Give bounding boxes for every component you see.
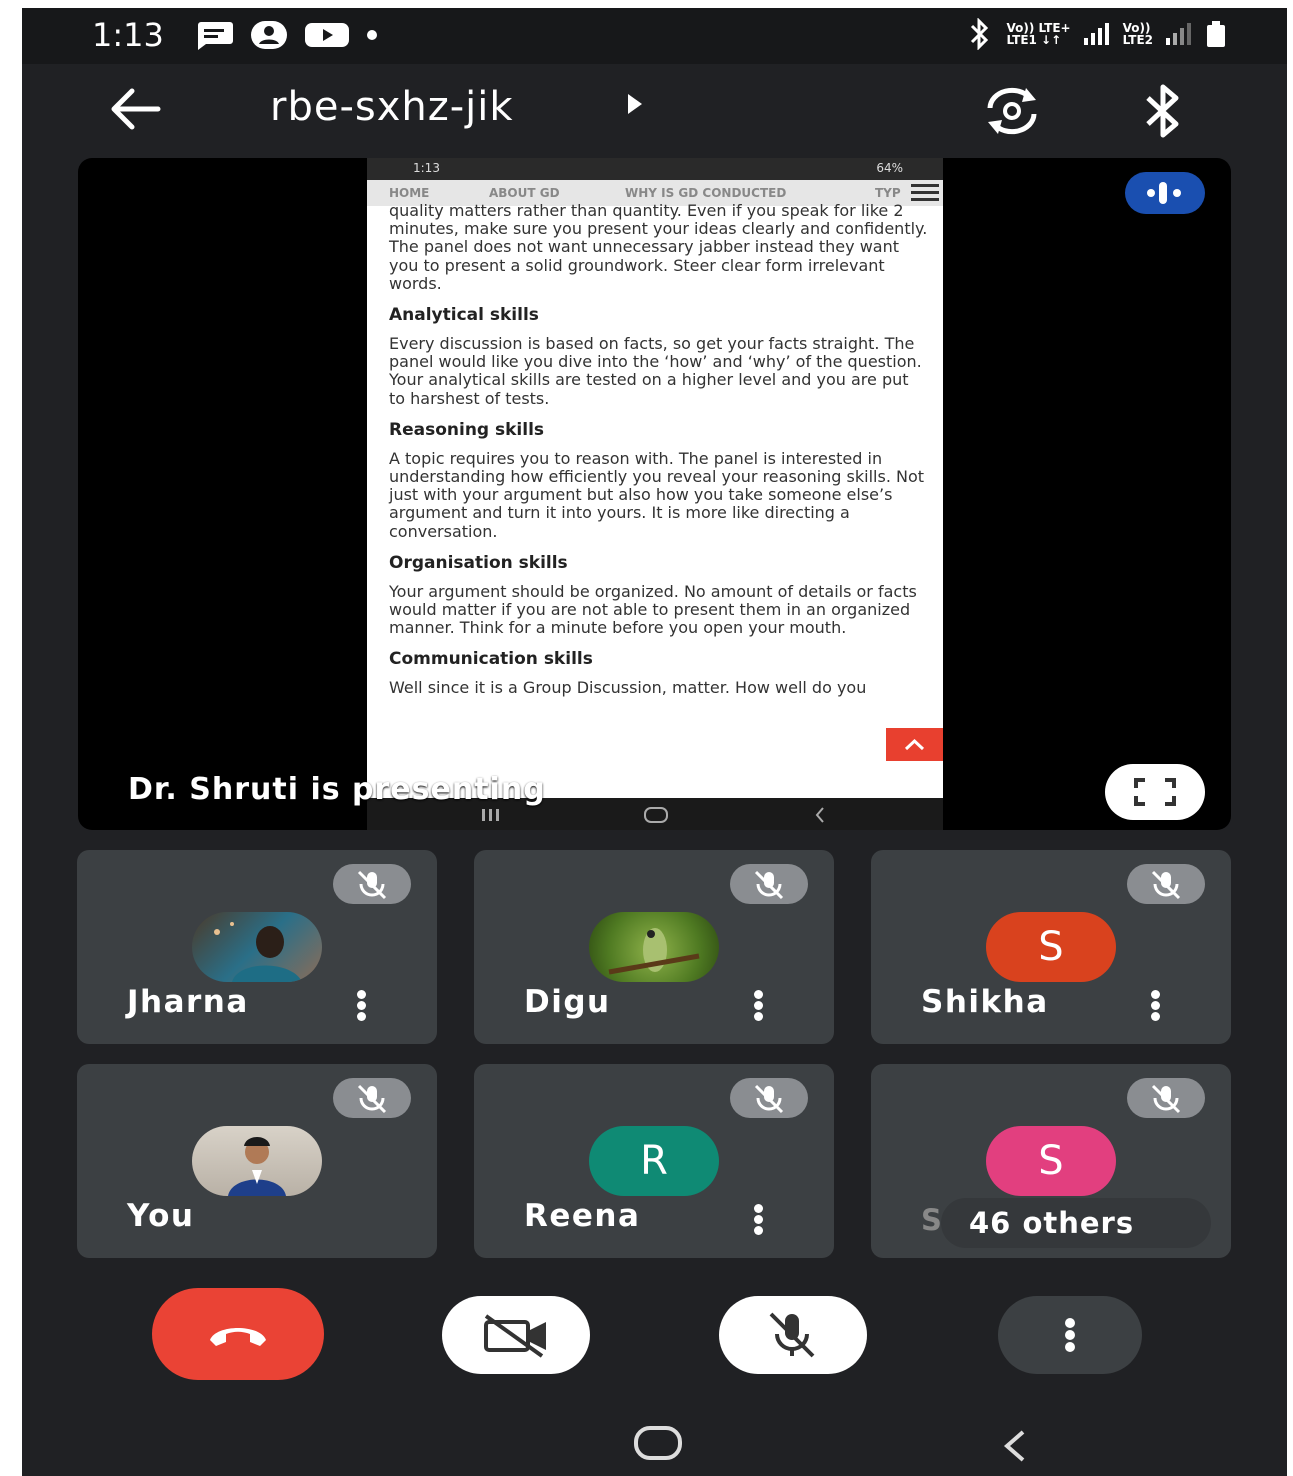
shared-status-battery: 64% [876, 161, 903, 175]
more-vert-icon [1065, 1318, 1075, 1352]
participant-name: Reena [524, 1198, 641, 1234]
account-icon [251, 21, 287, 49]
mic-off-icon [730, 864, 808, 904]
back-arrow-icon[interactable] [102, 82, 166, 136]
shared-status-time: 1:13 [413, 161, 440, 175]
avatar [589, 912, 719, 982]
doc-paragraph: Every discussion is based on facts, so g… [389, 334, 922, 408]
battery-icon [1207, 21, 1225, 47]
signal-icon-2 [1166, 23, 1191, 45]
shared-nav-item: TYP [875, 186, 901, 200]
presentation-view[interactable]: 1:13 64% HOME ABOUT GD WHY IS GD CONDUCT… [78, 158, 1231, 830]
mic-off-icon [730, 1078, 808, 1118]
network-1-sub: LTE1 ↓↑ [1006, 33, 1062, 47]
participant-name: Jharna [127, 984, 249, 1020]
scroll-to-top-button [886, 728, 943, 761]
doc-intro-paragraph: quality matters rather than quantity. Ev… [389, 201, 928, 293]
doc-heading: Organisation skills [389, 552, 568, 573]
meeting-header: rbe-sxhz-jik [22, 64, 1287, 154]
doc-paragraph: Well since it is a Group Discussion, mat… [389, 678, 867, 698]
shared-nav-item: HOME [389, 186, 430, 200]
participant-tile-self[interactable]: You [77, 1064, 437, 1258]
mic-off-icon [769, 1312, 815, 1358]
more-vert-icon[interactable] [355, 990, 369, 1022]
signal-icon [1083, 23, 1109, 45]
bluetooth-icon [971, 18, 989, 50]
avatar [192, 912, 322, 982]
shared-screen: 1:13 64% HOME ABOUT GD WHY IS GD CONDUCT… [367, 158, 943, 830]
participant-tile[interactable]: S Shikha [871, 850, 1231, 1044]
network-2-sub: LTE2 [1122, 33, 1153, 47]
shared-nav-item: WHY IS GD CONDUCTED [625, 186, 787, 200]
status-bar: 1:13 Vo)) LTE+ LTE1 ↓↑ Vo)) LTE2 [22, 8, 1287, 64]
message-icon [198, 22, 233, 50]
shared-document: quality matters rather than quantity. Ev… [389, 201, 929, 698]
participant-name: Digu [524, 984, 611, 1020]
more-vert-icon[interactable] [752, 990, 766, 1022]
expand-arrow-icon[interactable] [628, 94, 642, 114]
participant-tile[interactable]: Jharna [77, 850, 437, 1044]
mic-off-icon [1127, 1078, 1205, 1118]
participant-tile[interactable]: Digu [474, 850, 834, 1044]
home-nav-icon[interactable] [634, 1426, 682, 1460]
participant-tile-others[interactable]: S Sc 46 others [871, 1064, 1231, 1258]
others-count-button[interactable]: 46 others [941, 1198, 1211, 1248]
doc-paragraph: A topic requires you to reason with. The… [389, 448, 925, 541]
avatar [192, 1126, 322, 1196]
status-time: 1:13 [92, 16, 164, 54]
more-options-button[interactable] [998, 1296, 1142, 1374]
dot-icon [367, 30, 377, 40]
meeting-code-title[interactable]: rbe-sxhz-jik [270, 84, 514, 130]
audio-level-icon [1125, 172, 1205, 214]
participant-name: Shikha [921, 984, 1049, 1020]
doc-heading: Communication skills [389, 649, 593, 670]
bluetooth-audio-icon[interactable] [1134, 84, 1194, 138]
more-vert-icon[interactable] [1149, 990, 1163, 1022]
phone-screen: 1:13 Vo)) LTE+ LTE1 ↓↑ Vo)) LTE2 rbe-sxh… [22, 8, 1287, 1476]
avatar-letter: S [986, 912, 1116, 982]
mic-off-icon [333, 1078, 411, 1118]
doc-heading: Analytical skills [389, 305, 539, 326]
avatar-letter: S [986, 1126, 1116, 1196]
participant-name: You [127, 1198, 195, 1234]
switch-camera-icon[interactable] [982, 84, 1042, 138]
mic-off-icon [1127, 864, 1205, 904]
camera-toggle-button[interactable] [442, 1296, 590, 1374]
end-call-icon [210, 1328, 266, 1346]
doc-heading: Reasoning skills [389, 419, 545, 440]
mic-off-icon [333, 864, 411, 904]
shared-status-bar: 1:13 64% [367, 158, 943, 180]
mic-toggle-button[interactable] [719, 1296, 867, 1374]
end-call-button[interactable] [152, 1288, 324, 1380]
doc-paragraph: Your argument should be organized. No am… [389, 581, 917, 638]
video-off-icon [484, 1314, 546, 1358]
back-nav-icon[interactable] [997, 1428, 1033, 1464]
shared-nav-item: ABOUT GD [489, 186, 560, 200]
fullscreen-icon [1134, 778, 1176, 806]
participant-tile[interactable]: R Reena [474, 1064, 834, 1258]
presenter-label: Dr. Shruti is presenting [128, 772, 546, 807]
youtube-icon [305, 23, 349, 47]
chevron-up-icon [904, 738, 925, 751]
fullscreen-button[interactable] [1105, 764, 1205, 820]
avatar-letter: R [589, 1126, 719, 1196]
more-vert-icon[interactable] [752, 1204, 766, 1236]
